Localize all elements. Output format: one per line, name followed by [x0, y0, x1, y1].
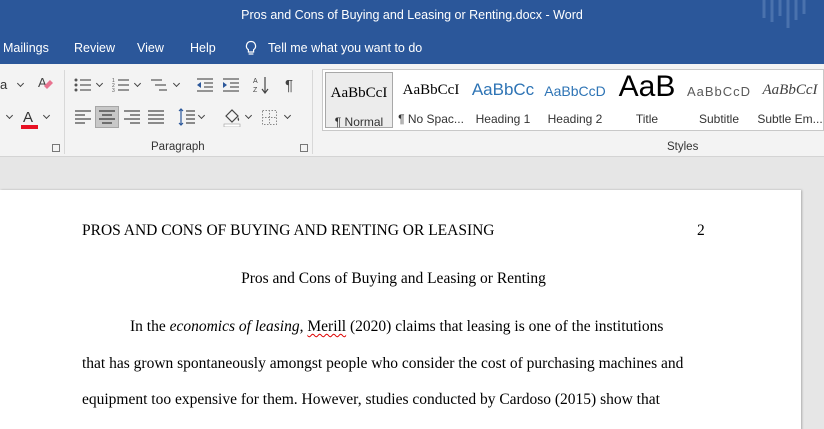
italic-text: economics of leasing	[169, 318, 300, 335]
styles-group-label: Styles	[667, 141, 699, 153]
show-formatting-button[interactable]: ¶	[285, 77, 293, 94]
word-window: Pros and Cons of Buying and Leasing or R…	[0, 0, 824, 429]
style-title[interactable]: AaB Title	[613, 70, 681, 130]
style-name: Subtitle	[698, 112, 740, 126]
svg-text:A: A	[253, 78, 258, 85]
style-name: Title	[635, 112, 659, 126]
borders-button[interactable]	[262, 110, 277, 130]
justify-icon	[148, 110, 164, 124]
line-spacing-button[interactable]	[178, 108, 196, 131]
ribbon: a A A 1 2 3 A Z ¶ Paragraph AaBbCcI ¶ No…	[0, 64, 824, 157]
numbering-button[interactable]: 123	[112, 77, 130, 98]
justify-button[interactable]	[148, 110, 164, 129]
eraser-icon: A	[38, 75, 53, 90]
page-number: 2	[697, 222, 705, 239]
tab-view[interactable]: View	[137, 41, 164, 55]
font-size-partial[interactable]: a	[0, 77, 7, 92]
increase-indent-button[interactable]	[222, 77, 240, 98]
font-dialog-launcher[interactable]	[52, 144, 60, 152]
numbering-icon: 123	[112, 78, 129, 94]
tab-mailings[interactable]: Mailings	[3, 41, 49, 55]
style-sample: AaB	[618, 70, 676, 103]
align-right-button[interactable]	[124, 110, 140, 129]
font-color-icon: A	[21, 109, 38, 129]
multilevel-list-button[interactable]	[150, 77, 168, 98]
style-sample: AaBbCcD	[686, 84, 752, 99]
document-title: Pros and Cons of Buying and Leasing or R…	[241, 270, 546, 287]
align-left-button[interactable]	[75, 110, 91, 129]
style-sample: AaBbCcD	[544, 83, 606, 99]
separator	[312, 70, 313, 154]
line-spacing-icon	[178, 108, 195, 126]
paint-bucket-icon	[223, 109, 241, 128]
pilcrow-icon: ¶	[285, 77, 294, 94]
svg-text:A: A	[38, 75, 47, 90]
style-sample: AaBbCcI	[402, 82, 460, 98]
svg-text:3: 3	[112, 88, 115, 93]
document-area: PROS AND CONS OF BUYING AND RENTING OR L…	[0, 157, 824, 429]
text-run: (2020) claims that leasing is one of the…	[346, 318, 664, 335]
ribbon-tabs: Mailings Review View Help Tell me what y…	[0, 34, 824, 64]
style-no-spacing[interactable]: AaBbCcI ¶ No Spac...	[397, 70, 465, 130]
sort-az-icon: AZ	[253, 77, 269, 94]
decrease-indent-button[interactable]	[196, 77, 214, 98]
title-bar: Pros and Cons of Buying and Leasing or R…	[0, 0, 824, 34]
style-subtle-emphasis[interactable]: AaBbCcI Subtle Em...	[757, 70, 823, 130]
align-left-icon	[75, 110, 91, 124]
paragraph-dialog-launcher[interactable]	[300, 144, 308, 152]
paragraph-group-label: Paragraph	[151, 141, 205, 153]
clear-formatting-button[interactable]: A	[36, 74, 54, 97]
style-name: ¶ No Spac...	[398, 112, 464, 126]
style-name: Heading 1	[475, 112, 531, 126]
misspelled-word[interactable]: Merill	[307, 318, 346, 335]
title-bar-decoration	[762, 0, 806, 28]
svg-text:A: A	[23, 109, 33, 126]
lightbulb-icon	[245, 40, 257, 55]
decrease-indent-icon	[197, 78, 213, 92]
running-head: PROS AND CONS OF BUYING AND RENTING OR L…	[82, 222, 495, 239]
style-sample: AaBbCcI	[330, 85, 388, 101]
multilevel-list-icon	[151, 79, 167, 91]
tell-me-search[interactable]: Tell me what you want to do	[244, 40, 422, 56]
bullets-button[interactable]	[74, 77, 92, 98]
tab-review[interactable]: Review	[74, 41, 115, 55]
style-subtitle[interactable]: AaBbCcD Subtitle	[685, 70, 753, 130]
document-page[interactable]: PROS AND CONS OF BUYING AND RENTING OR L…	[0, 190, 801, 429]
tab-help[interactable]: Help	[190, 41, 216, 55]
bullets-icon	[74, 78, 91, 92]
styles-gallery: AaBbCcI ¶ Normal AaBbCcI ¶ No Spac... Aa…	[322, 69, 824, 131]
separator	[64, 70, 65, 154]
align-center-icon	[99, 110, 115, 124]
align-center-button[interactable]	[95, 106, 119, 128]
body-line: that has grown spontaneously amongst peo…	[82, 355, 684, 372]
body-line: In the economics of leasing, Merill (202…	[130, 318, 663, 336]
align-right-icon	[124, 110, 140, 124]
body-line: equipment too expensive for them. Howeve…	[82, 391, 660, 408]
svg-text:Z: Z	[253, 87, 258, 94]
style-normal[interactable]: AaBbCcI ¶ Normal	[325, 72, 393, 129]
sort-button[interactable]: AZ	[253, 75, 269, 100]
borders-icon	[262, 110, 277, 125]
style-heading-2[interactable]: AaBbCcD Heading 2	[541, 70, 609, 130]
shading-button[interactable]	[222, 107, 242, 132]
style-sample: AaBbCc	[471, 80, 535, 99]
style-sample: AaBbCcI	[762, 82, 818, 98]
increase-indent-icon	[223, 78, 239, 92]
text-run: In the	[130, 318, 170, 335]
style-name: ¶ Normal	[334, 115, 384, 129]
style-name: Subtle Em...	[757, 112, 823, 126]
font-color-button[interactable]: A	[20, 108, 40, 135]
window-title: Pros and Cons of Buying and Leasing or R…	[241, 8, 583, 22]
style-name: Heading 2	[547, 112, 603, 126]
tell-me-placeholder: Tell me what you want to do	[268, 41, 423, 55]
style-heading-1[interactable]: AaBbCc Heading 1	[469, 70, 537, 130]
